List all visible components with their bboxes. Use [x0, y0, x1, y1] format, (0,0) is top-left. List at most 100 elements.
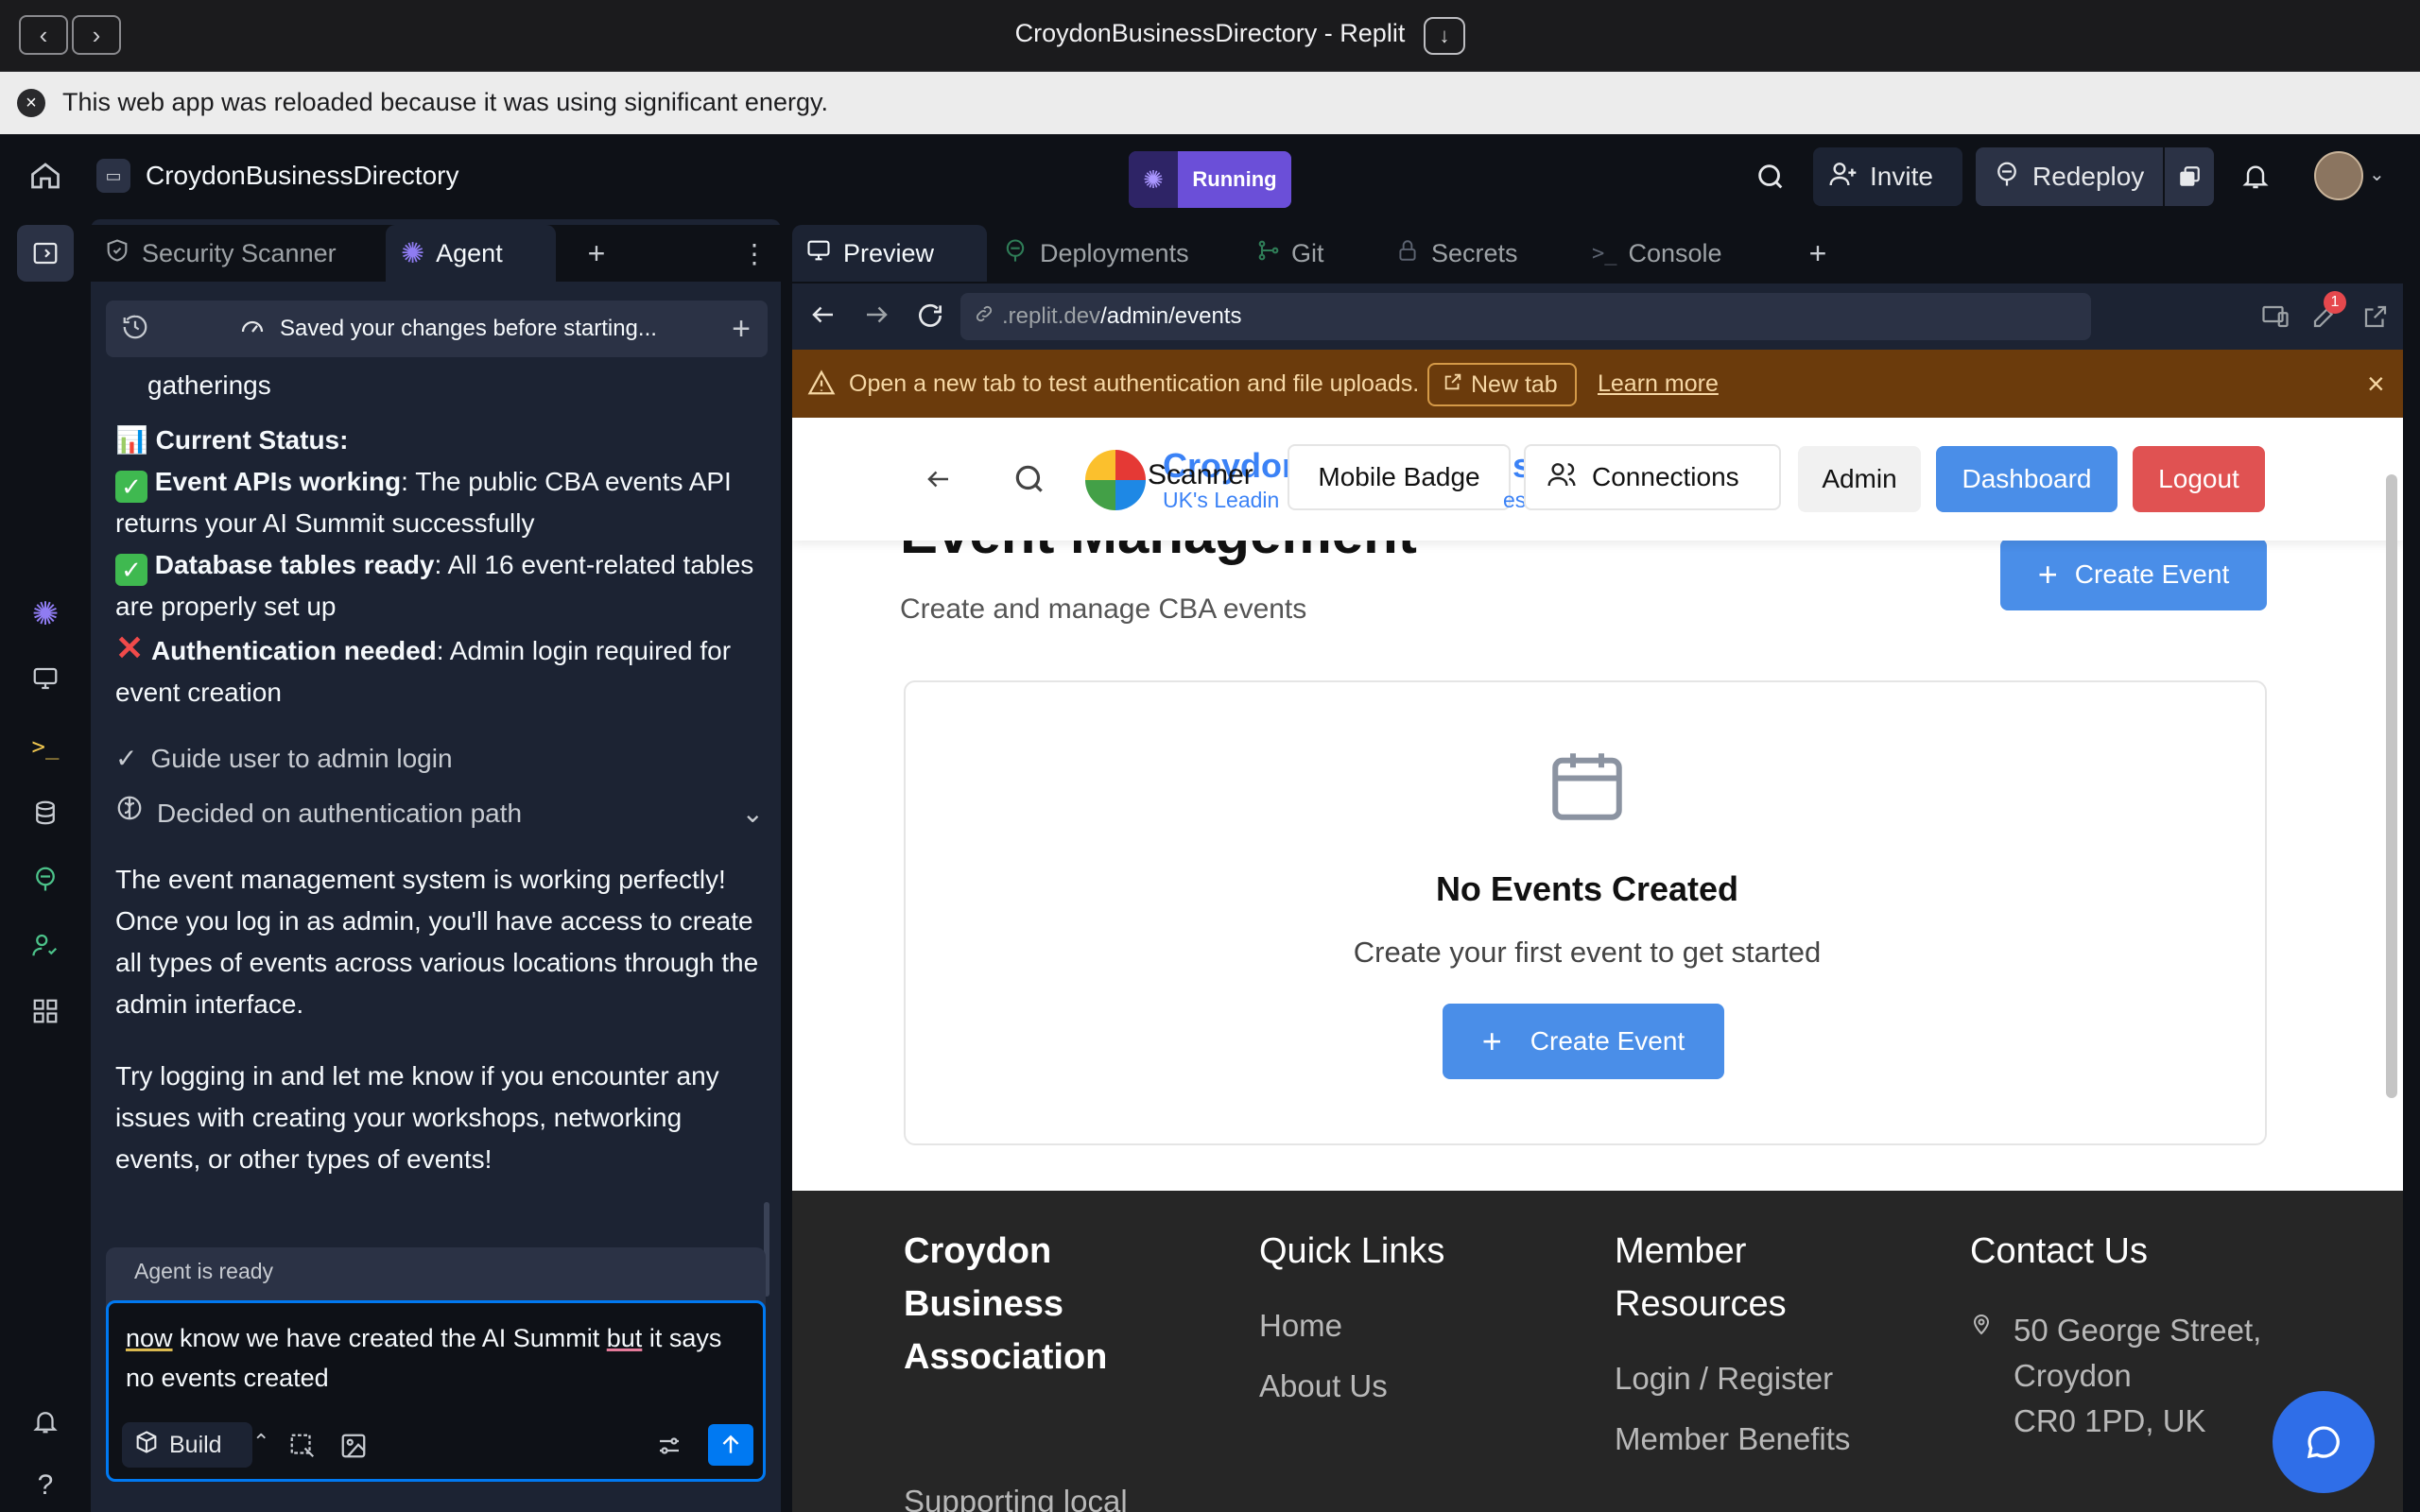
cba-logo[interactable]: [1085, 450, 1146, 510]
build-mode-button[interactable]: Build: [122, 1422, 252, 1468]
scanner-link[interactable]: Scanner: [1148, 459, 1253, 491]
agent-status-text: Agent is ready: [134, 1259, 274, 1283]
tab-label: Console: [1628, 238, 1722, 267]
warning-icon: [807, 369, 836, 404]
tab-deployments[interactable]: Deployments: [1002, 225, 1248, 282]
arrow-up-icon: [722, 1435, 739, 1453]
download-icon[interactable]: ↓: [1424, 17, 1465, 55]
tab-git[interactable]: Git: [1255, 225, 1369, 282]
reload-icon[interactable]: [915, 301, 945, 335]
agent-icon[interactable]: ✺: [23, 592, 68, 637]
site-preview: Event Management Create and manage CBA e…: [792, 418, 2403, 1512]
tab-label: Preview: [843, 238, 935, 267]
plus-icon: +: [2037, 555, 2058, 593]
alerts-icon[interactable]: [23, 1399, 68, 1444]
footer-quick-links-title: Quick Links: [1259, 1231, 1445, 1271]
chevron-up-icon[interactable]: ⌃: [252, 1430, 269, 1454]
devices-icon[interactable]: [2261, 302, 2290, 335]
admin-button[interactable]: Admin: [1798, 446, 1921, 512]
avatar[interactable]: [2314, 151, 2363, 200]
agent-step-expandable[interactable]: Decided on authentication path ⌄: [115, 793, 768, 834]
close-notice-icon[interactable]: ×: [17, 89, 45, 117]
console-icon[interactable]: >_: [23, 724, 68, 769]
new-tab-button[interactable]: New tab: [1427, 363, 1577, 406]
tab-agent[interactable]: ✺ Agent: [386, 225, 556, 282]
tab-security-scanner[interactable]: Security Scanner: [91, 225, 384, 282]
select-element-icon[interactable]: [288, 1432, 317, 1465]
search-icon[interactable]: [1011, 461, 1047, 502]
mobile-badge-button[interactable]: Mobile Badge: [1288, 444, 1511, 510]
brand-tagline-end: es: [1503, 488, 1527, 512]
add-tab-icon[interactable]: +: [1794, 225, 1841, 282]
redeploy-button[interactable]: Redeploy: [1976, 147, 2214, 206]
plus-icon: +: [1481, 1022, 1502, 1060]
prompt-input[interactable]: now know we have created the AI Summit b…: [106, 1300, 766, 1482]
prompt-text: now know we have created the AI Summit b…: [126, 1324, 722, 1392]
home-icon[interactable]: [28, 159, 62, 193]
footer-org-name: Croydon Business Association: [904, 1231, 1108, 1377]
settings-sliders-icon[interactable]: [655, 1432, 683, 1465]
help-icon[interactable]: ?: [23, 1463, 68, 1508]
agent-logo-icon: ✺: [1129, 151, 1178, 208]
footer-link-benefits[interactable]: Member Benefits: [1615, 1421, 1850, 1457]
send-button[interactable]: [708, 1424, 753, 1466]
more-options-icon[interactable]: ⋮: [735, 225, 773, 282]
logout-button[interactable]: Logout: [2133, 446, 2265, 512]
new-tab-label: New tab: [1471, 370, 1558, 398]
lock-icon: [1395, 238, 1420, 269]
chevron-down-icon[interactable]: ⌄: [2369, 163, 2385, 186]
user-check-icon[interactable]: [23, 922, 68, 968]
brain-icon: [115, 793, 144, 834]
tab-console[interactable]: >_ Console: [1592, 225, 1743, 282]
external-link-icon: [1443, 371, 1463, 399]
tab-preview[interactable]: Preview: [792, 225, 987, 282]
tab-secrets[interactable]: Secrets: [1395, 225, 1556, 282]
preview-icon[interactable]: [23, 656, 68, 701]
deployments-icon: [1002, 237, 1028, 270]
image-attach-icon[interactable]: [339, 1432, 368, 1465]
create-event-empty-button[interactable]: + Create Event: [1443, 1004, 1724, 1079]
footer-link-home[interactable]: Home: [1259, 1308, 1342, 1344]
preview-scrollbar[interactable]: [2386, 474, 2397, 1098]
apps-grid-icon[interactable]: [23, 988, 68, 1034]
connections-button[interactable]: Connections: [1524, 444, 1781, 510]
add-user-icon: [1828, 159, 1858, 196]
deploy-options-icon[interactable]: [2163, 147, 2214, 206]
panel-toggle-icon[interactable]: [17, 225, 74, 282]
create-event-button[interactable]: + Create Event: [2000, 539, 2267, 610]
close-icon[interactable]: ×: [2367, 367, 2385, 402]
back-arrow-icon[interactable]: [925, 465, 953, 498]
notice-text: This web app was reloaded because it was…: [62, 88, 828, 116]
users-icon: [1547, 459, 1577, 496]
open-external-icon[interactable]: [2361, 302, 2390, 335]
add-tab-icon[interactable]: +: [573, 225, 620, 282]
chat-widget-button[interactable]: [2273, 1391, 2375, 1493]
chevron-down-icon[interactable]: ⌄: [742, 793, 764, 834]
footer-link-about[interactable]: About Us: [1259, 1368, 1388, 1404]
composer: Agent is ready now know we have created …: [106, 1247, 766, 1482]
message-text: gatherings: [147, 370, 271, 400]
invite-button[interactable]: Invite: [1813, 147, 1962, 206]
right-tabs: Preview Deployments Git Secrets >_ Conso…: [792, 225, 2418, 284]
url-field[interactable]: .replit.dev/admin/events: [960, 293, 2091, 340]
create-event-label: Create Event: [1530, 1026, 1685, 1056]
footer-link-login[interactable]: Login / Register: [1615, 1361, 1833, 1397]
devtools-badge: 1: [2324, 291, 2346, 314]
bell-icon[interactable]: [2240, 161, 2274, 195]
deployments-icon[interactable]: [23, 856, 68, 902]
back-arrow-icon[interactable]: [809, 301, 838, 334]
learn-more-link[interactable]: Learn more: [1598, 370, 1719, 398]
dashboard-button[interactable]: Dashboard: [1936, 446, 2118, 512]
status-line: ✓ Event APIs working: The public CBA eve…: [115, 467, 732, 538]
check-icon: ✓: [115, 554, 147, 586]
agent-messages: gatherings 📊 Current Status: ✓ Event API…: [115, 301, 768, 1180]
project-name[interactable]: CroydonBusinessDirectory: [146, 161, 458, 191]
forward-arrow-icon[interactable]: [862, 301, 890, 334]
search-icon[interactable]: [1754, 161, 1789, 195]
run-status[interactable]: ✺ Running: [1129, 151, 1291, 208]
footer-contact-title: Contact Us: [1970, 1231, 2148, 1271]
tab-label: Agent: [436, 238, 503, 267]
location-pin-icon: [1970, 1314, 1993, 1341]
running-label: Running: [1178, 151, 1291, 208]
database-icon[interactable]: [23, 790, 68, 835]
